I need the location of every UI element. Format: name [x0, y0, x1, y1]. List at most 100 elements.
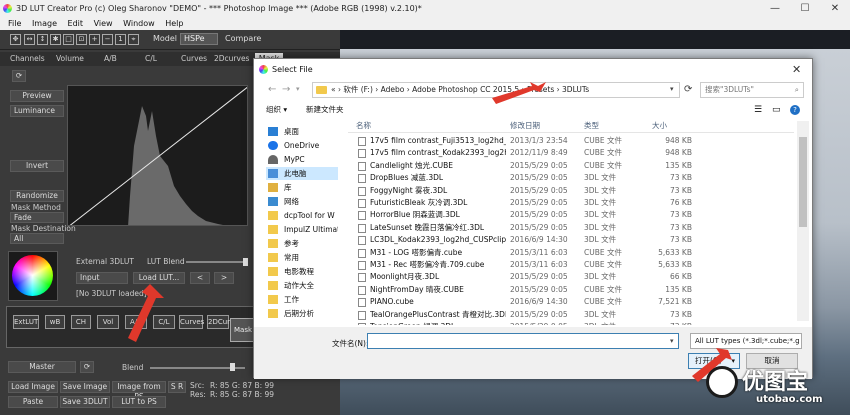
paste-button[interactable]: Paste [8, 396, 58, 408]
node-wb[interactable]: wB [45, 315, 65, 329]
invert-button[interactable]: Invert [10, 160, 64, 172]
nav-onedrive[interactable]: OneDrive [266, 139, 338, 152]
zoom-fit-icon[interactable]: ⊡ [76, 34, 87, 45]
curve-histogram-panel[interactable] [67, 85, 248, 226]
zoom-out-icon[interactable]: − [102, 34, 113, 45]
move-v-icon[interactable]: ↕ [37, 34, 48, 45]
file-row[interactable]: TealOrangePlusContrast 青橙对比.3DL 2015/5/29… [348, 309, 794, 321]
scrollbar-thumb[interactable] [799, 137, 807, 227]
file-row[interactable]: DropBlues 减蓝.3DL 2015/5/29 0:05 3DL 文件 73 K… [348, 172, 794, 184]
node-extlut[interactable]: ExtLUT [13, 315, 39, 329]
dialog-close-icon[interactable]: ✕ [792, 63, 801, 76]
nav-thispc[interactable]: 此电脑 [266, 167, 338, 180]
breadcrumb-overflow[interactable]: « [331, 85, 336, 94]
file-row[interactable]: LC3DL_Kodak2393_log2hd_CUSPclip... 2016/6… [348, 234, 794, 246]
preview-pane-icon[interactable]: ▭ [772, 101, 781, 119]
file-row[interactable]: FoggyNight 雾夜.3DL 2015/5/29 0:05 3DL 文件 73 … [348, 185, 794, 197]
breadcrumb-3dluts[interactable]: 3DLUTs [562, 85, 589, 94]
select-rect-icon[interactable]: □ [63, 34, 74, 45]
move-h-icon[interactable]: ↔ [24, 34, 35, 45]
recent-chevron-icon[interactable]: ▾ [296, 85, 300, 93]
file-row[interactable]: TensionGreen 绿调.3DL 2015/5/29 0:053DL 文件7… [348, 321, 794, 325]
file-row[interactable]: 17v5 film contrast_Kodak2393_log2h... 201… [348, 147, 794, 159]
node-ch[interactable]: CH [71, 315, 91, 329]
menu-view[interactable]: View [94, 19, 113, 28]
forward-icon[interactable]: → [282, 84, 290, 95]
organize-button[interactable]: 组织 ▾ [266, 101, 287, 119]
zoom-in-icon[interactable]: + [89, 34, 100, 45]
sr-toggle[interactable]: S R [168, 381, 186, 393]
path-dropdown-icon[interactable]: ▾ [670, 85, 674, 93]
preview-button[interactable]: Preview [10, 90, 64, 102]
menu-file[interactable]: File [8, 19, 21, 28]
lut-to-ps-button[interactable]: LUT to PS [112, 396, 166, 408]
mask-destination-select[interactable]: All [10, 233, 64, 244]
search-input[interactable]: 搜索"3DLUTs" ⌕ [700, 82, 804, 98]
eyedropper-icon[interactable]: ⌖ [128, 34, 139, 45]
file-row[interactable]: HorrorBlue 阴森蓝调.3DL 2015/5/29 0:05 3DL 文件 7… [348, 209, 794, 221]
menu-image[interactable]: Image [32, 19, 57, 28]
tab-ab[interactable]: A/B [104, 53, 117, 65]
col-name[interactable]: 名称 [356, 119, 371, 133]
file-row[interactable]: PIANO.cube 2016/6/9 14:30 CUBE 文件 7,521 KB [348, 296, 794, 308]
file-row[interactable]: Moonlight月夜.3DL 2015/5/29 0:05 3DL 文件 66 KB [348, 271, 794, 283]
nav-work[interactable]: 工作 [266, 293, 338, 306]
nav-common[interactable]: 常用 [266, 251, 338, 264]
model-select[interactable]: HSPe [180, 33, 218, 45]
next-lut-button[interactable]: > [214, 272, 234, 284]
tab-2dcurves[interactable]: 2Dcurves [214, 53, 249, 65]
close-icon[interactable]: ✕ [820, 0, 850, 17]
node-2dcurv[interactable]: 2DCurv [207, 315, 234, 329]
nav-post-analysis[interactable]: 后期分析 [266, 307, 338, 320]
file-row[interactable]: NightFromDay 晴夜.CUBE 2015/5/29 0:05 CUBE 文… [348, 284, 794, 296]
node-vol[interactable]: Vol [97, 315, 119, 329]
lut-blend-slider-track[interactable] [186, 261, 246, 263]
view-mode-icon[interactable]: ☰ [754, 101, 762, 119]
file-row[interactable]: LateSunset 晚霞日落偏冷红.3DL 2015/5/29 0:05 3DL … [348, 222, 794, 234]
image-from-ps-button[interactable]: Image from PS [112, 381, 166, 401]
rotate-icon[interactable]: ✱ [50, 34, 61, 45]
back-icon[interactable]: ← [268, 84, 276, 95]
tab-volume[interactable]: Volume [56, 53, 84, 65]
breadcrumb-drive[interactable]: 软件 (F:) [343, 85, 373, 94]
nav-desktop[interactable]: 桌面 [266, 125, 338, 138]
node-curves[interactable]: Curves [179, 315, 204, 329]
nav-library[interactable]: 库 [266, 181, 338, 194]
mask-method-select[interactable]: Fade [10, 212, 64, 223]
file-row[interactable]: FuturisticBleak 灰冷调.3DL 2015/5/29 0:05 3DL… [348, 197, 794, 209]
lut-blend-slider-handle[interactable] [243, 258, 248, 266]
file-row[interactable]: M31 - LOG 嗒影偏青.cube 2015/3/11 6:03 CUBE 文件… [348, 247, 794, 259]
master-button[interactable]: Master [8, 361, 76, 373]
minimize-icon[interactable]: — [760, 0, 790, 17]
save-3dlut-button[interactable]: Save 3DLUT [60, 396, 110, 408]
col-type[interactable]: 类型 [584, 119, 599, 133]
filename-dropdown-icon[interactable]: ▾ [670, 337, 674, 345]
nav-network[interactable]: 网络 [266, 195, 338, 208]
nav-impulz[interactable]: ImpulZ Ultimat [266, 223, 338, 236]
menu-help[interactable]: Help [165, 19, 183, 28]
prev-lut-button[interactable]: < [190, 272, 210, 284]
tab-curves[interactable]: Curves [181, 53, 207, 65]
color-wheel[interactable] [12, 255, 53, 296]
file-row[interactable]: Candlelight 烛光.CUBE 2015/5/29 0:05 CUBE 文件… [348, 160, 794, 172]
move-icon[interactable]: ✥ [10, 34, 21, 45]
help-icon[interactable]: ? [790, 105, 800, 115]
nav-reference[interactable]: 参考 [266, 237, 338, 250]
file-row[interactable]: 17v5 film contrast_Fuji3513_log2hd_C... 2… [348, 135, 794, 147]
file-row[interactable]: M31 - Rec 嗒影偏冷青.709.cube 2015/3/11 6:03 CU… [348, 259, 794, 271]
save-image-button[interactable]: Save Image [60, 381, 110, 393]
maximize-icon[interactable]: ☐ [790, 0, 820, 17]
tab-channels[interactable]: Channels [10, 53, 45, 65]
load-image-button[interactable]: Load Image [8, 381, 58, 393]
compare-button[interactable]: Compare [225, 34, 261, 43]
nav-actions[interactable]: 动作大全 [266, 279, 338, 292]
new-folder-button[interactable]: 新建文件夹 [306, 101, 344, 119]
menu-edit[interactable]: Edit [68, 19, 84, 28]
refresh-path-icon[interactable]: ⟳ [684, 84, 692, 95]
filename-input[interactable] [367, 333, 679, 349]
zoom-100-icon[interactable]: 1 [115, 34, 126, 45]
reset-icon[interactable]: ⟳ [80, 361, 94, 373]
nav-film-tutorial[interactable]: 电影教程 [266, 265, 338, 278]
blend-slider-handle[interactable] [230, 363, 235, 371]
luminance-select[interactable]: Luminance [10, 105, 64, 117]
